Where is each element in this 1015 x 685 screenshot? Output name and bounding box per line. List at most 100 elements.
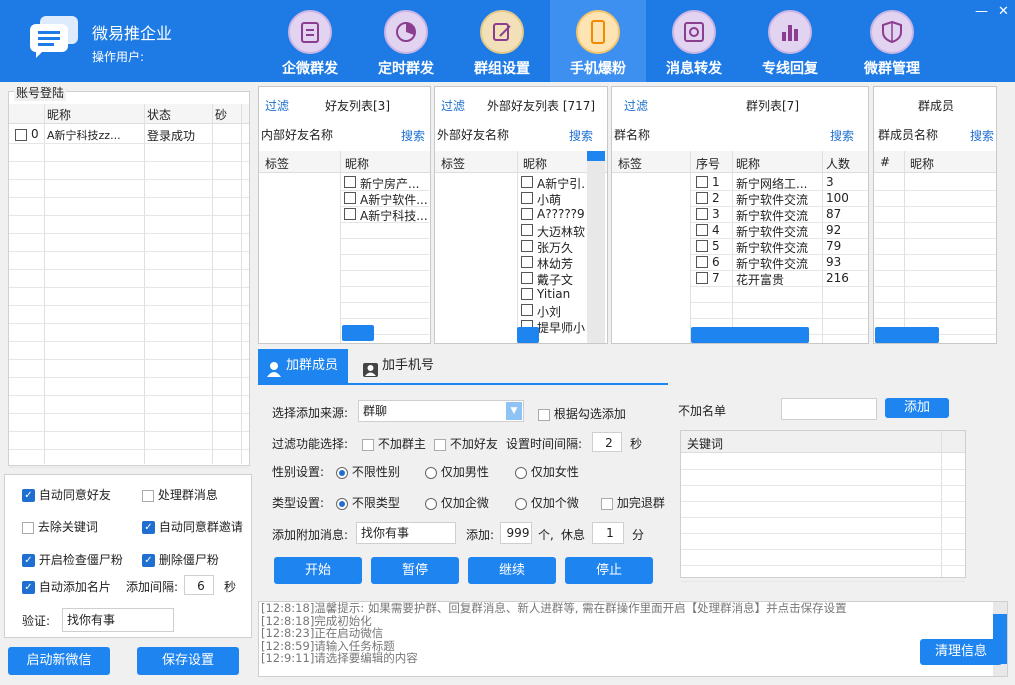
external-friend-row[interactable]: 张万久 xyxy=(518,239,586,255)
nav-item-message-forward[interactable]: 消息转发 xyxy=(646,0,742,82)
blacklist-input[interactable] xyxy=(781,398,877,420)
checkbox[interactable] xyxy=(521,304,533,316)
group-row[interactable]: 5 新宁软件交流 79 xyxy=(691,239,868,255)
external-search-button[interactable]: 搜索 xyxy=(569,127,593,144)
account-checkbox[interactable] xyxy=(15,128,27,141)
external-friend-row[interactable]: 林幼芳 xyxy=(518,255,586,271)
checkbox[interactable] xyxy=(362,438,374,451)
group-row[interactable]: 6 新宁软件交流 93 xyxy=(691,255,868,271)
type-any-radio[interactable]: 不限类型 xyxy=(336,494,400,511)
group-row[interactable]: 1 新宁网络工... 3 xyxy=(691,175,868,191)
checkbox[interactable] xyxy=(521,192,533,204)
checkbox[interactable] xyxy=(696,224,708,236)
checkbox[interactable] xyxy=(538,408,550,421)
external-friend-row[interactable]: A新宁引. xyxy=(518,175,586,191)
checkbox[interactable] xyxy=(434,438,446,451)
delete-zombie-option[interactable]: ✓ 删除僵尸粉 xyxy=(142,551,219,568)
groups-scrollbar[interactable] xyxy=(691,327,809,343)
checkbox[interactable] xyxy=(696,240,708,252)
checkbox[interactable] xyxy=(521,272,533,284)
groups-filter-button[interactable]: 过滤 xyxy=(624,97,648,114)
checkbox[interactable] xyxy=(696,256,708,268)
checkbox[interactable] xyxy=(521,256,533,268)
nav-item-qiwei-broadcast[interactable]: 企微群发 xyxy=(262,0,358,82)
msg-input[interactable]: 找你有事 xyxy=(356,522,456,544)
members-scrollbar[interactable] xyxy=(875,327,939,343)
rest-input[interactable]: 1 xyxy=(592,522,624,544)
type-personal-radio[interactable]: 仅加个微 xyxy=(515,494,579,511)
friend-row[interactable]: A新宁软件... xyxy=(341,191,429,207)
radio-selected[interactable] xyxy=(336,466,348,479)
checkbox[interactable] xyxy=(521,224,533,236)
group-row[interactable]: 3 新宁软件交流 87 xyxy=(691,207,868,223)
gender-female-radio[interactable]: 仅加女性 xyxy=(515,463,579,480)
nav-item-scheduled-broadcast[interactable]: 定时群发 xyxy=(358,0,454,82)
type-corp-radio[interactable]: 仅加企微 xyxy=(425,494,489,511)
nav-item-group-settings[interactable]: 群组设置 xyxy=(454,0,550,82)
check-zombie-option[interactable]: ✓ 开启检查僵尸粉 xyxy=(22,551,123,568)
checkbox[interactable] xyxy=(142,489,154,502)
checkbox[interactable] xyxy=(696,208,708,220)
auto-add-card-option[interactable]: ✓ 自动添加名片 xyxy=(22,578,111,595)
auto-accept-friend-option[interactable]: ✓ 自动同意好友 xyxy=(22,486,111,503)
gender-male-radio[interactable]: 仅加男性 xyxy=(425,463,489,480)
checkbox[interactable] xyxy=(696,192,708,204)
clear-log-button[interactable]: 清理信息 xyxy=(920,639,1002,665)
friend-row[interactable]: 新宁房产... xyxy=(341,175,429,191)
verify-input[interactable]: 找你有事 xyxy=(62,608,174,632)
checkbox[interactable] xyxy=(344,176,356,188)
radio[interactable] xyxy=(425,497,437,510)
friend-row[interactable]: A新宁科技... xyxy=(341,207,429,223)
source-select[interactable]: 群聊 ▼ xyxy=(358,400,524,422)
members-search-button[interactable]: 搜索 xyxy=(970,127,994,144)
stop-button[interactable]: 停止 xyxy=(565,557,653,584)
minimize-button[interactable]: — xyxy=(975,4,988,19)
external-friend-row[interactable]: 戴子文 xyxy=(518,271,586,287)
radio[interactable] xyxy=(515,466,527,479)
friends-filter-button[interactable]: 过滤 xyxy=(265,97,289,114)
checkbox[interactable] xyxy=(344,192,356,204)
friends-scrollbar[interactable] xyxy=(342,325,374,341)
interval-input[interactable]: 2 xyxy=(592,432,622,452)
pause-button[interactable]: 暂停 xyxy=(371,557,459,584)
checkbox[interactable] xyxy=(696,176,708,188)
checkbox[interactable] xyxy=(521,288,533,300)
account-row[interactable]: 0 A新宁科技zz... 登录成功 xyxy=(9,125,249,143)
gender-any-radio[interactable]: 不限性别 xyxy=(336,463,400,480)
add-interval-input[interactable]: 6 xyxy=(184,575,214,595)
start-button[interactable]: 开始 xyxy=(274,557,362,584)
checkbox[interactable] xyxy=(521,208,533,220)
external-friend-row[interactable]: 小萌 xyxy=(518,191,586,207)
resume-button[interactable]: 继续 xyxy=(468,557,556,584)
external-friend-row[interactable]: 小刘 xyxy=(518,303,586,319)
no-friend-option[interactable]: 不加好友 xyxy=(434,435,498,452)
friends-search-button[interactable]: 搜索 xyxy=(401,127,425,144)
checkbox[interactable] xyxy=(696,272,708,284)
start-wechat-button[interactable]: 启动新微信 xyxy=(8,647,110,675)
add-blacklist-button[interactable]: 添加 xyxy=(885,398,949,418)
quit-after-option[interactable]: 加完退群 xyxy=(601,494,665,511)
group-row[interactable]: 4 新宁软件交流 92 xyxy=(691,223,868,239)
nav-item-dedicated-reply[interactable]: 专线回复 xyxy=(742,0,838,82)
remove-keyword-option[interactable]: 去除关键词 xyxy=(22,518,98,535)
checkbox[interactable] xyxy=(22,521,34,534)
chevron-down-icon[interactable]: ▼ xyxy=(506,402,522,420)
no-owner-option[interactable]: 不加群主 xyxy=(362,435,426,452)
external-vscroll-thumb[interactable] xyxy=(587,151,605,161)
external-vscroll-track[interactable] xyxy=(587,151,605,343)
handle-group-msg-option[interactable]: 处理群消息 xyxy=(142,486,218,503)
external-friend-row[interactable]: 大迈林软 xyxy=(518,223,586,239)
radio[interactable] xyxy=(425,466,437,479)
close-button[interactable]: ✕ xyxy=(998,4,1009,19)
checkbox[interactable] xyxy=(601,497,613,510)
add-count-input[interactable]: 999 xyxy=(500,522,532,544)
external-friend-row[interactable]: Yitian xyxy=(518,287,586,303)
external-hscrollbar[interactable] xyxy=(517,327,539,343)
group-row[interactable]: 7 花开富贵 216 xyxy=(691,271,868,287)
group-row[interactable]: 2 新宁软件交流 100 xyxy=(691,191,868,207)
auto-accept-group-invite-option[interactable]: ✓ 自动同意群邀请 xyxy=(142,518,243,535)
groups-search-button[interactable]: 搜索 xyxy=(830,127,854,144)
radio-selected[interactable] xyxy=(336,497,348,510)
external-filter-button[interactable]: 过滤 xyxy=(441,97,465,114)
radio[interactable] xyxy=(515,497,527,510)
